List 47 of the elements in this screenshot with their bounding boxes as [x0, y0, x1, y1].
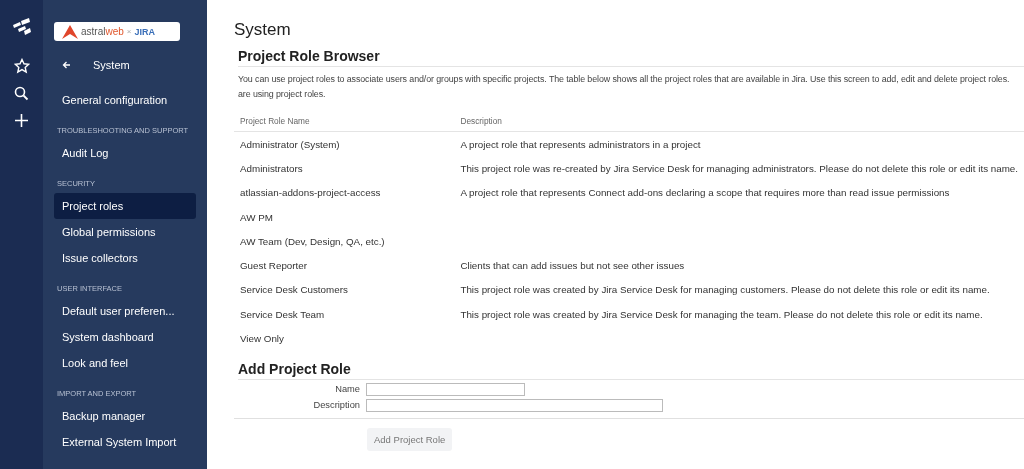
table-cell: A project role that represents Connect add-ons declaring a scope that requires more than read issue permissions: [460, 187, 950, 199]
column-header: Description: [454, 112, 1024, 132]
sidebar-item[interactable]: General configuration: [54, 87, 196, 113]
brand-logo[interactable]: astralweb × JIRA: [54, 22, 180, 41]
field-label: Name: [334, 384, 360, 395]
sidebar-item[interactable]: Global permissions: [54, 219, 196, 245]
star-icon[interactable]: [13, 58, 30, 74]
sidebar-item[interactable]: Default user preferen...: [54, 298, 196, 324]
table-cell: A project role that represents administrators in a project: [460, 138, 701, 150]
logo-product: JIRA: [134, 26, 155, 37]
input-field[interactable]: [366, 398, 663, 412]
sidebar-item[interactable]: Look and feel: [54, 350, 196, 376]
mountain-logo-icon: [62, 24, 78, 39]
column-header: Project Role Name: [234, 112, 455, 132]
field-label: Description: [312, 400, 360, 411]
stairs-logo-icon[interactable]: [11, 18, 32, 36]
sidebar-item[interactable]: Audit Log: [54, 140, 196, 166]
table-cell: Administrator (System): [240, 138, 340, 150]
table-cell: This project role was created by Jira Service Desk for managing customers. Please do not delete this role or edit its name.: [460, 284, 990, 296]
table-cell: Clients that can add issues but not see other issues: [460, 260, 685, 272]
table-cell: Guest Reporter: [240, 260, 307, 272]
sidebar-item[interactable]: System dashboard: [54, 324, 196, 350]
table-cell: Administrators: [240, 162, 303, 174]
sidebar-item[interactable]: External System Import: [54, 429, 196, 455]
input-field[interactable]: [366, 382, 525, 396]
intro-text: You can use project roles to associate users and/or groups with specific projects. The table below shows all the project roles that are available in Jira. Use this screen to add, edit and delete project roles.: [238, 73, 1011, 86]
table-cell: atlassian-addons-project-access: [240, 187, 381, 199]
back-arrow-icon[interactable]: [62, 61, 71, 69]
intro-text: are using project roles.: [238, 88, 327, 101]
section-title: Add Project Role: [238, 360, 1024, 380]
table-cell: This project role was re-created by Jira Service Desk for managing administrators. Please do not delete this role or edit its name.: [460, 162, 1018, 174]
section-title: Project Role Browser: [238, 48, 1024, 67]
sidebar-title: System: [93, 59, 130, 71]
plus-icon[interactable]: [14, 113, 29, 128]
page-title: System: [234, 20, 292, 40]
table-cell: This project role was created by Jira Service Desk for managing the team. Please do not delete this role or edit its name.: [460, 308, 983, 320]
logo-separator: ×: [126, 27, 132, 36]
search-icon[interactable]: [14, 86, 29, 101]
table-cell: View Only: [240, 333, 284, 344]
table-cell: AW Team (Dev, Design, QA, etc.): [240, 235, 385, 247]
table-cell: Service Desk Team: [240, 308, 325, 320]
table-cell: Service Desk Customers: [240, 284, 348, 296]
sidebar-item[interactable]: Project roles: [54, 193, 196, 219]
sidebar-item[interactable]: Backup manager: [54, 403, 196, 429]
sidebar-item[interactable]: Issue collectors: [54, 245, 196, 271]
table-cell: AW PM: [240, 211, 273, 223]
logo-wordmark: astralweb: [81, 26, 124, 37]
